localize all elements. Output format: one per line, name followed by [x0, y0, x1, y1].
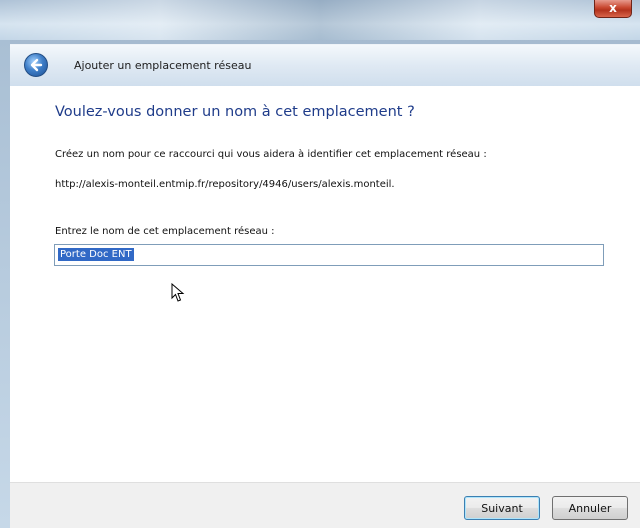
wizard-title: Ajouter un emplacement réseau — [74, 59, 252, 72]
wizard-window: x Ajouter un emplacement réseau Voulez-v… — [0, 0, 640, 528]
wizard-header: Ajouter un emplacement réseau — [10, 44, 640, 87]
mouse-cursor-icon — [171, 283, 185, 302]
location-name-value: Porte Doc ENT — [58, 248, 134, 261]
page-heading: Voulez-vous donner un nom à cet emplacem… — [55, 104, 415, 120]
window-frame-left — [0, 40, 10, 528]
wizard-content: Voulez-vous donner un nom à cet emplacem… — [10, 86, 640, 482]
close-button[interactable]: x — [594, 0, 632, 18]
next-button[interactable]: Suivant — [464, 496, 540, 520]
title-bar[interactable]: x — [0, 0, 640, 40]
location-name-input[interactable]: Porte Doc ENT — [54, 244, 604, 266]
cancel-button[interactable]: Annuler — [552, 496, 628, 520]
close-icon: x — [609, 1, 617, 15]
name-field-label: Entrez le nom de cet emplacement réseau … — [55, 226, 275, 237]
back-button[interactable] — [24, 53, 48, 77]
back-arrow-icon — [30, 58, 43, 72]
network-location-url: http://alexis-monteil.entmip.fr/reposito… — [55, 179, 395, 190]
wizard-footer: Suivant Annuler — [10, 482, 640, 528]
instruction-text: Créez un nom pour ce raccourci qui vous … — [55, 149, 487, 160]
